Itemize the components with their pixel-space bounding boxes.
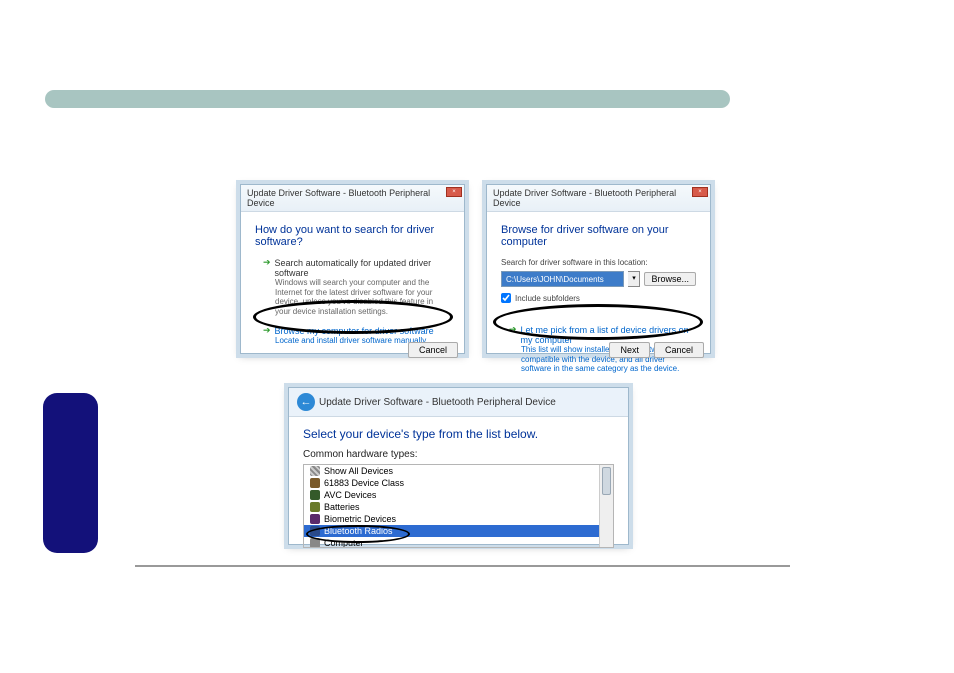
device-icon — [310, 514, 320, 524]
cancel-button[interactable]: Cancel — [654, 342, 704, 358]
list-item[interactable]: Batteries — [304, 501, 613, 513]
dialog-title: Update Driver Software - Bluetooth Perip… — [487, 185, 710, 212]
next-button[interactable]: Next — [609, 342, 650, 358]
dialog-heading: Browse for driver software on your compu… — [501, 224, 696, 248]
browse-button[interactable]: Browse... — [644, 272, 696, 286]
window-title: Update Driver Software - Bluetooth Perip… — [319, 397, 556, 408]
window-buttons: × — [692, 187, 708, 197]
dialog-browse: Update Driver Software - Bluetooth Perip… — [486, 184, 711, 354]
include-subfolders-checkbox[interactable]: Include subfolders — [501, 293, 696, 303]
chevron-down-icon[interactable]: ▾ — [628, 271, 640, 287]
list-item-label: Computer — [324, 538, 364, 548]
dialog-body: How do you want to search for driver sof… — [241, 212, 464, 362]
hardware-types-label: Common hardware types: — [303, 449, 614, 460]
footer-rule — [135, 565, 790, 567]
cancel-button[interactable]: Cancel — [408, 342, 458, 358]
list-item-label: AVC Devices — [324, 490, 376, 500]
dialog-heading: Select your device's type from the list … — [303, 427, 614, 441]
option-title: Search automatically for updated driver … — [275, 258, 450, 278]
dialog-device-type: ← Update Driver Software - Bluetooth Per… — [288, 387, 629, 545]
list-item[interactable]: AVC Devices — [304, 489, 613, 501]
hardware-types-list[interactable]: Show All Devices 61883 Device Class AVC De… — [303, 464, 614, 548]
option-search-auto[interactable]: ➔ Search automatically for updated driver… — [263, 258, 450, 316]
arrow-icon: ➔ — [263, 326, 271, 335]
list-item-label: Batteries — [324, 502, 360, 512]
path-row: C:\Users\JOHN\Documents ▾ Browse... — [501, 271, 696, 287]
dialog-title: ← Update Driver Software - Bluetooth Per… — [289, 388, 628, 417]
list-item[interactable]: Bluetooth Radios — [304, 525, 613, 537]
option-title: Browse my computer for driver software — [275, 326, 434, 336]
close-icon[interactable]: × — [446, 187, 462, 197]
scrollbar-thumb[interactable] — [602, 467, 611, 495]
dialog-title: Update Driver Software - Bluetooth Perip… — [241, 185, 464, 212]
device-icon — [310, 526, 320, 536]
checkbox-input[interactable] — [501, 293, 511, 303]
window-title: Update Driver Software - Bluetooth Perip… — [493, 188, 704, 208]
list-item[interactable]: Biometric Devices — [304, 513, 613, 525]
list-item[interactable]: Show All Devices — [304, 465, 613, 477]
header-bar — [45, 90, 730, 108]
list-item[interactable]: Computer — [304, 537, 613, 548]
search-location-label: Search for driver software in this locat… — [501, 258, 696, 267]
list-item-label: 61883 Device Class — [324, 478, 404, 488]
device-icon — [310, 538, 320, 548]
button-row: Next Cancel — [609, 342, 704, 358]
path-input[interactable]: C:\Users\JOHN\Documents — [501, 271, 624, 287]
device-icon — [310, 478, 320, 488]
dialog-body: Browse for driver software on your compu… — [487, 212, 710, 362]
dialog-body: Select your device's type from the list … — [289, 417, 628, 548]
arrow-icon: ➔ — [509, 325, 517, 334]
device-icon — [310, 466, 320, 476]
device-icon — [310, 490, 320, 500]
device-icon — [310, 502, 320, 512]
list-item-label: Biometric Devices — [324, 514, 396, 524]
button-row: Cancel — [408, 342, 458, 358]
close-icon[interactable]: × — [692, 187, 708, 197]
checkbox-label: Include subfolders — [515, 294, 580, 303]
dialog-heading: How do you want to search for driver sof… — [255, 224, 450, 248]
dialog-how-search: Update Driver Software - Bluetooth Perip… — [240, 184, 465, 354]
list-item[interactable]: 61883 Device Class — [304, 477, 613, 489]
list-item-label: Bluetooth Radios — [324, 526, 393, 536]
scrollbar[interactable] — [599, 465, 613, 547]
window-buttons: × — [446, 187, 462, 197]
side-tab — [43, 393, 98, 553]
back-icon[interactable]: ← — [297, 393, 315, 411]
window-title: Update Driver Software - Bluetooth Perip… — [247, 188, 458, 208]
list-item-label: Show All Devices — [324, 466, 393, 476]
option-desc: Windows will search your computer and th… — [275, 278, 450, 316]
arrow-icon: ➔ — [263, 258, 271, 267]
